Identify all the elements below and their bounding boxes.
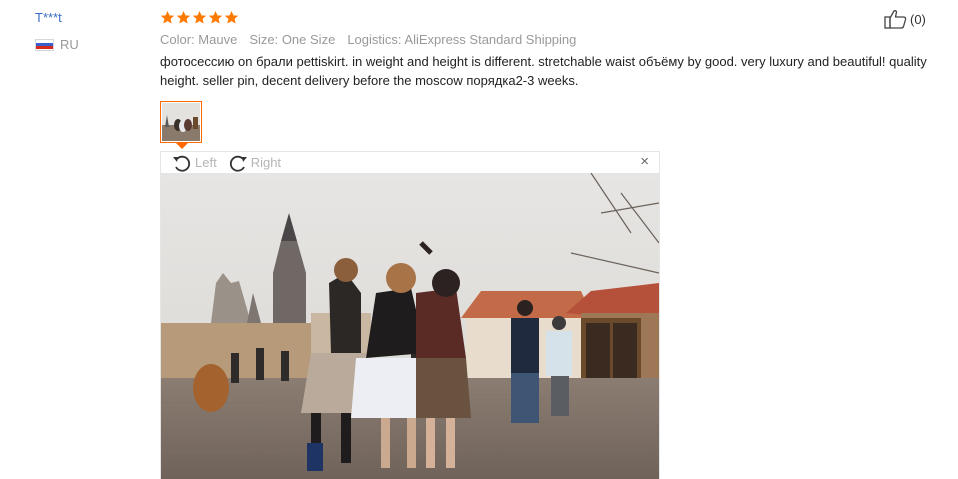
reviewer-country: RU bbox=[35, 37, 145, 52]
russia-flag-icon bbox=[35, 38, 54, 51]
review-text: фотосессию on брали pettiskirt. in weigh… bbox=[160, 54, 927, 88]
review-body: Color: Mauve Size: One Size Logistics: A… bbox=[160, 8, 940, 90]
star-icon bbox=[192, 10, 207, 23]
rotate-left-button[interactable]: Left bbox=[171, 153, 217, 173]
photo-viewer: Left Right × bbox=[160, 151, 660, 479]
rotate-right-label: Right bbox=[250, 155, 282, 170]
rotate-left-icon bbox=[173, 155, 191, 172]
review-photo bbox=[161, 173, 659, 479]
photo-image bbox=[161, 173, 659, 479]
review-item: T***t RU Color: Mauve Size: One Size Log… bbox=[0, 0, 958, 479]
star-icon bbox=[176, 10, 191, 23]
star-icon bbox=[208, 10, 223, 23]
thumbnail-pointer bbox=[176, 143, 188, 149]
country-code: RU bbox=[60, 37, 79, 52]
reviewer-name[interactable]: T***t bbox=[35, 10, 145, 26]
like-count: (0) bbox=[910, 11, 926, 27]
order-color: Color: Mauve bbox=[160, 32, 238, 47]
viewer-toolbar: Left Right × bbox=[161, 152, 659, 173]
star-icon bbox=[160, 10, 175, 23]
rotate-right-icon bbox=[229, 155, 247, 172]
star-rating bbox=[160, 8, 940, 26]
rotate-right-button[interactable]: Right bbox=[227, 153, 281, 173]
star-icon bbox=[224, 10, 239, 23]
rotate-left-label: Left bbox=[195, 155, 217, 170]
thumbnail-image bbox=[162, 103, 200, 141]
review-photo-thumbnail[interactable] bbox=[160, 101, 202, 143]
like-button[interactable]: (0) bbox=[884, 9, 926, 29]
order-size: Size: One Size bbox=[249, 32, 336, 47]
order-logistics: Logistics: AliExpress Standard Shipping bbox=[347, 32, 577, 47]
reviewer-info: T***t RU bbox=[35, 10, 145, 52]
thumbs-up-icon bbox=[884, 10, 907, 29]
close-icon[interactable]: × bbox=[640, 154, 649, 170]
order-info: Color: Mauve Size: One Size Logistics: A… bbox=[160, 31, 940, 48]
